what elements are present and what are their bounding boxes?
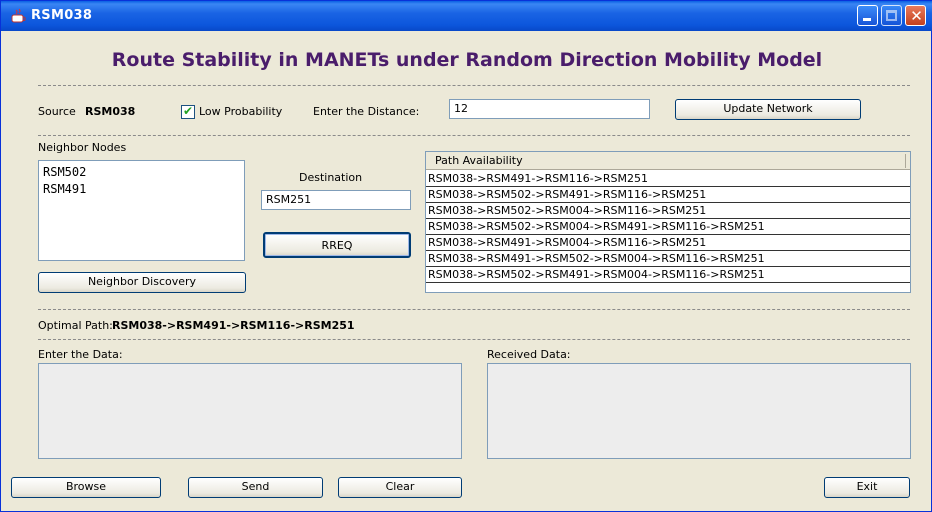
rreq-button[interactable]: RREQ: [263, 232, 411, 258]
divider: [38, 135, 910, 136]
optimal-path-label: Optimal Path:: [38, 319, 113, 332]
send-button[interactable]: Send: [188, 477, 323, 498]
received-data-textarea[interactable]: [487, 363, 911, 459]
table-row[interactable]: RSM038->RSM491->RSM116->RSM251: [426, 171, 910, 187]
close-icon: ✕: [910, 7, 923, 25]
table-row[interactable]: RSM038->RSM502->RSM004->RSM116->RSM251: [426, 203, 910, 219]
divider: [38, 339, 910, 340]
source-value: RSM038: [85, 105, 136, 118]
minimize-button[interactable]: [857, 5, 878, 26]
table-row[interactable]: RSM038->RSM491->RSM004->RSM116->RSM251: [426, 235, 910, 251]
check-icon: ✔: [183, 104, 194, 118]
received-data-label: Received Data:: [487, 348, 571, 361]
enter-data-label: Enter the Data:: [38, 348, 123, 361]
enter-data-textarea[interactable]: [38, 363, 462, 459]
list-item[interactable]: RSM502: [43, 164, 240, 181]
maximize-button[interactable]: [881, 5, 902, 26]
page-title: Route Stability in MANETs under Random D…: [111, 49, 823, 71]
table-row[interactable]: RSM038->RSM491->RSM502->RSM004->RSM116->…: [426, 251, 910, 267]
column-header-path-availability[interactable]: Path Availability: [426, 152, 910, 170]
destination-label: Destination: [299, 171, 363, 184]
neighbor-nodes-list[interactable]: RSM502 RSM491: [38, 160, 245, 261]
clear-button[interactable]: Clear: [338, 477, 462, 498]
low-probability-checkbox[interactable]: ✔: [181, 104, 195, 119]
divider: [38, 85, 910, 86]
optimal-path-value: RSM038->RSM491->RSM116->RSM251: [112, 319, 355, 332]
app-window: RSM038 ✕ Route Stability in MANETs under…: [0, 0, 932, 512]
destination-input[interactable]: RSM251: [261, 190, 411, 210]
low-probability-label: Low Probability: [199, 105, 283, 118]
list-item[interactable]: RSM491: [43, 181, 240, 198]
distance-input[interactable]: 12: [449, 99, 650, 119]
browse-button[interactable]: Browse: [11, 477, 161, 498]
table-row[interactable]: RSM038->RSM502->RSM491->RSM004->RSM116->…: [426, 267, 910, 283]
window-title: RSM038: [31, 8, 93, 23]
close-button[interactable]: ✕: [905, 5, 926, 26]
table-row[interactable]: RSM038->RSM502->RSM004->RSM491->RSM116->…: [426, 219, 910, 235]
path-rows: RSM038->RSM491->RSM116->RSM251 RSM038->R…: [426, 171, 910, 283]
table-row[interactable]: RSM038->RSM502->RSM491->RSM116->RSM251: [426, 187, 910, 203]
exit-button[interactable]: Exit: [824, 477, 910, 498]
update-network-button[interactable]: Update Network: [675, 99, 861, 120]
distance-label: Enter the Distance:: [313, 105, 420, 118]
neighbor-nodes-label: Neighbor Nodes: [38, 141, 127, 154]
java-cup-icon: [11, 8, 26, 23]
divider: [38, 309, 910, 310]
title-bar[interactable]: RSM038 ✕: [1, 1, 932, 31]
neighbor-discovery-button[interactable]: Neighbor Discovery: [38, 272, 246, 293]
path-availability-table[interactable]: Path Availability RSM038->RSM491->RSM116…: [425, 151, 911, 293]
source-label: Source: [38, 105, 76, 118]
